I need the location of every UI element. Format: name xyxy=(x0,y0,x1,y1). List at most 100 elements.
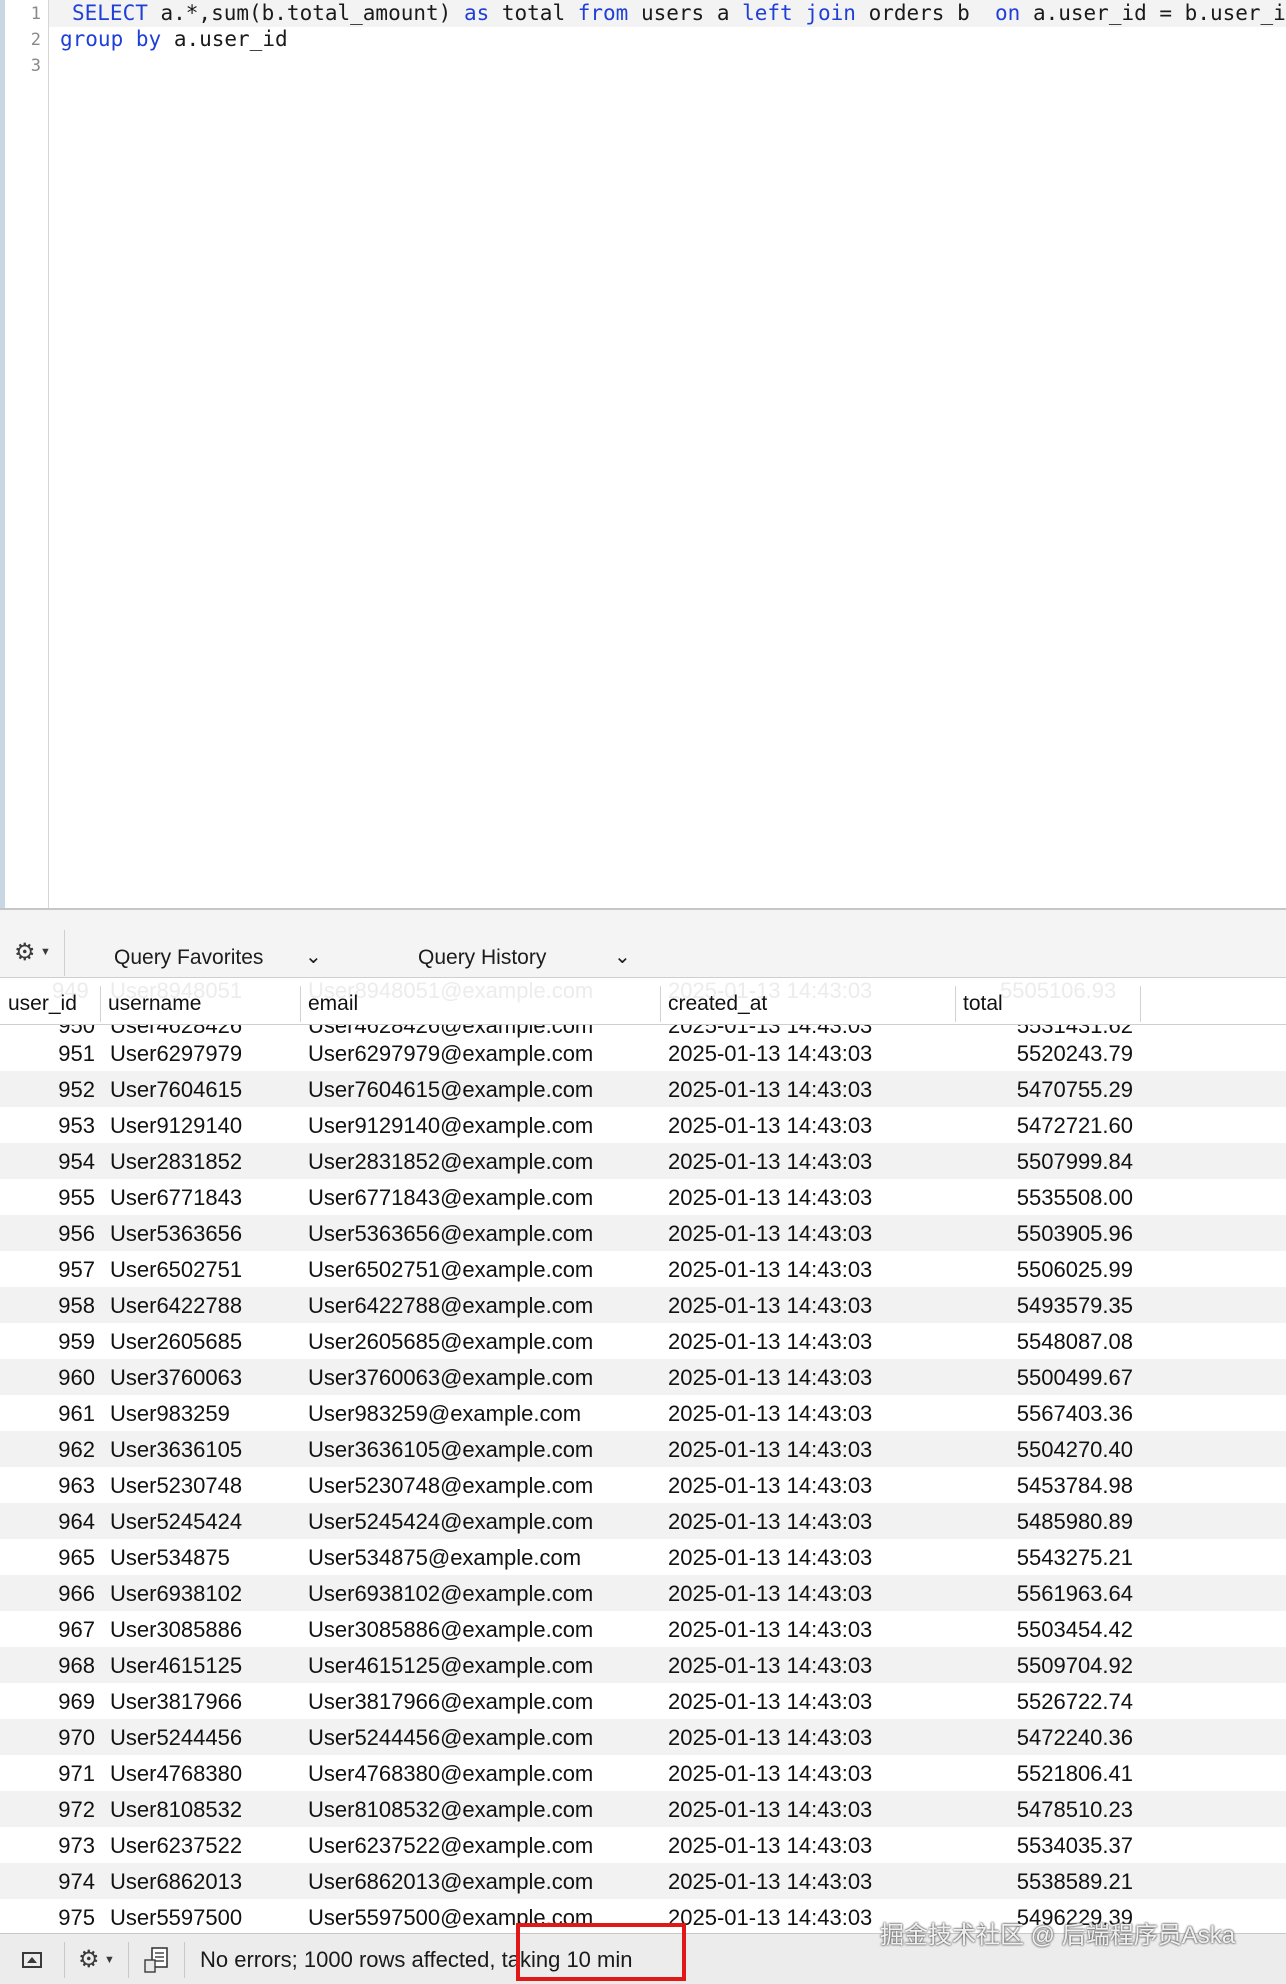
cell-total[interactable]: 5561963.64 xyxy=(950,1581,1133,1607)
sql-line-1[interactable]: SELECT a.*,sum(b.total_amount) as total … xyxy=(72,1,1286,25)
table-row[interactable]: 962 User3636105 User3636105@example.com 202… xyxy=(0,1431,1286,1467)
cell-total[interactable]: 5506025.99 xyxy=(950,1257,1133,1283)
cell-user-id[interactable]: 954 xyxy=(0,1149,95,1175)
query-favorites-menu[interactable]: Query Favorites xyxy=(114,946,263,970)
cell-created-at[interactable]: 2025-01-13 14:43:03 xyxy=(668,1257,872,1283)
cell-created-at[interactable]: 2025-01-13 14:43:03 xyxy=(668,1725,872,1751)
column-header-total[interactable]: total xyxy=(955,986,1140,1022)
cell-email[interactable]: User6862013@example.com xyxy=(308,1869,593,1895)
cell-total[interactable]: 5503454.42 xyxy=(950,1617,1133,1643)
cell-user-id[interactable]: 967 xyxy=(0,1617,95,1643)
table-row[interactable]: 957 User6502751 User6502751@example.com 202… xyxy=(0,1251,1286,1287)
cell-user-id[interactable]: 961 xyxy=(0,1401,95,1427)
cell-username[interactable]: User5363656 xyxy=(110,1221,242,1247)
cell-user-id[interactable]: 953 xyxy=(0,1113,95,1139)
chevron-down-icon[interactable]: ⌄ xyxy=(305,944,322,969)
cell-email[interactable]: User3085886@example.com xyxy=(308,1617,593,1643)
table-row[interactable]: 969 User3817966 User3817966@example.com 202… xyxy=(0,1683,1286,1719)
cell-email[interactable]: User6502751@example.com xyxy=(308,1257,593,1283)
cell-username[interactable]: User7604615 xyxy=(110,1077,242,1103)
cell-created-at[interactable]: 2025-01-13 14:43:03 xyxy=(668,1329,872,1355)
cell-user-id[interactable]: 956 xyxy=(0,1221,95,1247)
cell-user-id[interactable]: 959 xyxy=(0,1329,95,1355)
cell-username[interactable]: User6862013 xyxy=(110,1869,242,1895)
table-row[interactable]: 954 User2831852 User2831852@example.com 202… xyxy=(0,1143,1286,1179)
cell-total[interactable]: 5526722.74 xyxy=(950,1689,1133,1715)
gear-icon[interactable]: ⚙ xyxy=(78,1945,100,1974)
cell-email[interactable]: User983259@example.com xyxy=(308,1401,581,1427)
table-row[interactable]: 958 User6422788 User6422788@example.com 202… xyxy=(0,1287,1286,1323)
cell-email[interactable]: User9129140@example.com xyxy=(308,1113,593,1139)
cell-email[interactable]: User6297979@example.com xyxy=(308,1041,593,1067)
cell-total[interactable]: 5472240.36 xyxy=(950,1725,1133,1751)
cell-username[interactable]: User6771843 xyxy=(110,1185,242,1211)
cell-user-id[interactable]: 972 xyxy=(0,1797,95,1823)
cell-total[interactable]: 5478510.23 xyxy=(950,1797,1133,1823)
cell-email[interactable]: User3817966@example.com xyxy=(308,1689,593,1715)
cell-total[interactable]: 5470755.29 xyxy=(950,1077,1133,1103)
cell-user-id[interactable]: 968 xyxy=(0,1653,95,1679)
table-row[interactable]: 961 User983259 User983259@example.com 2025-… xyxy=(0,1395,1286,1431)
cell-username[interactable]: User5230748 xyxy=(110,1473,242,1499)
table-row[interactable]: 967 User3085886 User3085886@example.com 202… xyxy=(0,1611,1286,1647)
cell-total[interactable]: 5453784.98 xyxy=(950,1473,1133,1499)
cell-user-id[interactable]: 974 xyxy=(0,1869,95,1895)
results-grid[interactable]: 950 User4628426 User4628426@example.com … xyxy=(0,1025,1286,1933)
cell-created-at[interactable]: 2025-01-13 14:43:03 xyxy=(668,1221,872,1247)
cell-email[interactable]: User5244456@example.com xyxy=(308,1725,593,1751)
cell-created-at[interactable]: 2025-01-13 14:43:03 xyxy=(668,1077,872,1103)
cell-created-at[interactable]: 2025-01-13 14:43:03 xyxy=(668,1905,872,1931)
table-row[interactable]: 951 User6297979 User6297979@example.com 202… xyxy=(0,1035,1286,1071)
query-history-menu[interactable]: Query History xyxy=(418,946,546,970)
cell-user-id[interactable]: 973 xyxy=(0,1833,95,1859)
cell-user-id[interactable]: 963 xyxy=(0,1473,95,1499)
cell-total[interactable]: 5543275.21 xyxy=(950,1545,1133,1571)
cell-email[interactable]: User6237522@example.com xyxy=(308,1833,593,1859)
column-header-user-id[interactable]: user_id xyxy=(0,986,100,1022)
cell-total[interactable]: 5535508.00 xyxy=(950,1185,1133,1211)
table-row[interactable]: 968 User4615125 User4615125@example.com 202… xyxy=(0,1647,1286,1683)
cell-username[interactable]: User6297979 xyxy=(110,1041,242,1067)
cell-user-id[interactable]: 971 xyxy=(0,1761,95,1787)
cell-total[interactable]: 5507999.84 xyxy=(950,1149,1133,1175)
cell-created-at[interactable]: 2025-01-13 14:43:03 xyxy=(668,1401,872,1427)
cell-created-at[interactable]: 2025-01-13 14:43:03 xyxy=(668,1653,872,1679)
table-row[interactable]: 960 User3760063 User3760063@example.com 202… xyxy=(0,1359,1286,1395)
sql-editor[interactable]: 1 2 3 SELECT a.*,sum(b.total_amount) as … xyxy=(0,0,1286,908)
cell-username[interactable]: User6502751 xyxy=(110,1257,242,1283)
cell-created-at[interactable]: 2025-01-13 14:43:03 xyxy=(668,1797,872,1823)
cell-username[interactable]: User3636105 xyxy=(110,1437,242,1463)
cell-user-id[interactable]: 958 xyxy=(0,1293,95,1319)
cell-user-id[interactable]: 952 xyxy=(0,1077,95,1103)
cell-email[interactable]: User6771843@example.com xyxy=(308,1185,593,1211)
cell-total[interactable]: 5503905.96 xyxy=(950,1221,1133,1247)
cell-created-at[interactable]: 2025-01-13 14:43:03 xyxy=(668,1149,872,1175)
cell-user-id[interactable]: 970 xyxy=(0,1725,95,1751)
table-row[interactable]: 974 User6862013 User6862013@example.com 202… xyxy=(0,1863,1286,1899)
cell-user-id[interactable]: 955 xyxy=(0,1185,95,1211)
table-row[interactable]: 953 User9129140 User9129140@example.com 202… xyxy=(0,1107,1286,1143)
cell-created-at[interactable]: 2025-01-13 14:43:03 xyxy=(668,1113,872,1139)
cell-created-at[interactable]: 2025-01-13 14:43:03 xyxy=(668,1689,872,1715)
cell-username[interactable]: User2605685 xyxy=(110,1329,242,1355)
table-row[interactable]: 956 User5363656 User5363656@example.com 202… xyxy=(0,1215,1286,1251)
cell-created-at[interactable]: 2025-01-13 14:43:03 xyxy=(668,1185,872,1211)
cell-username[interactable]: User4615125 xyxy=(110,1653,242,1679)
table-row[interactable]: 963 User5230748 User5230748@example.com 202… xyxy=(0,1467,1286,1503)
cell-email[interactable]: User4768380@example.com xyxy=(308,1761,593,1787)
table-row[interactable]: 959 User2605685 User2605685@example.com 202… xyxy=(0,1323,1286,1359)
cell-username[interactable]: User2831852 xyxy=(110,1149,242,1175)
cell-created-at[interactable]: 2025-01-13 14:43:03 xyxy=(668,1365,872,1391)
table-row[interactable]: 964 User5245424 User5245424@example.com 202… xyxy=(0,1503,1286,1539)
cell-username[interactable]: User6422788 xyxy=(110,1293,242,1319)
cell-email[interactable]: User6938102@example.com xyxy=(308,1581,593,1607)
table-row[interactable]: 955 User6771843 User6771843@example.com 202… xyxy=(0,1179,1286,1215)
table-row[interactable]: 965 User534875 User534875@example.com 2025-… xyxy=(0,1539,1286,1575)
cell-username[interactable]: User983259 xyxy=(110,1401,230,1427)
chevron-down-icon[interactable]: ▼ xyxy=(40,946,51,958)
table-row[interactable]: 971 User4768380 User4768380@example.com 202… xyxy=(0,1755,1286,1791)
cell-username[interactable]: User6938102 xyxy=(110,1581,242,1607)
cell-username[interactable]: User6237522 xyxy=(110,1833,242,1859)
cell-created-at[interactable]: 2025-01-13 14:43:03 xyxy=(668,1293,872,1319)
cell-user-id[interactable]: 960 xyxy=(0,1365,95,1391)
